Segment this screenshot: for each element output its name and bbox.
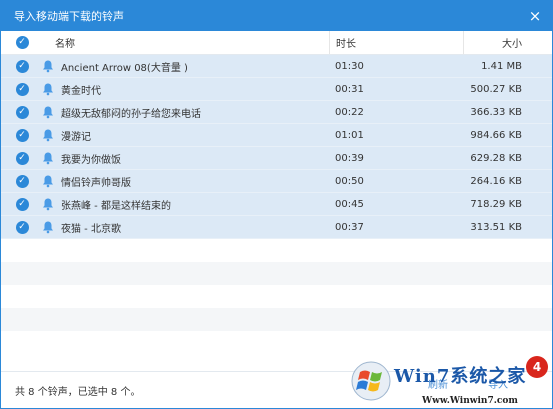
empty-row [1,262,552,285]
bell-icon [43,152,53,165]
ringtone-name: Ancient Arrow 08(大音量 ) [61,62,188,74]
check-icon: ✓ [15,128,29,142]
ringtone-name: 我要为你做饭 [61,154,121,166]
bell-icon [43,83,53,96]
bell-icon [43,198,53,211]
check-icon: ✓ [15,36,29,49]
close-button[interactable]: × [526,7,544,25]
empty-row [1,308,552,331]
ringtone-size: 366.33 KB [470,106,522,118]
ringtone-size: 313.51 KB [470,221,522,233]
table-row[interactable]: ✓ 情侣铃声帅哥版 00:50 264.16 KB [1,170,552,193]
row-name-cell: 超级无敌郁闷的孙子给您来电话 [41,105,329,120]
row-checkbox[interactable]: ✓ [1,220,41,234]
ringtone-size: 1.41 MB [481,60,522,72]
select-all-checkbox[interactable]: ✓ [1,36,41,49]
row-checkbox[interactable]: ✓ [1,105,41,119]
row-name-cell: 漫游记 [41,128,329,143]
ringtone-list: ✓ Ancient Arrow 08(大音量 ) 01:30 1.41 MB ✓ 黄金时代… [1,55,552,354]
ringtone-size: 500.27 KB [470,83,522,95]
header-name[interactable]: 名称 [41,35,329,50]
ringtone-name: 情侣铃声帅哥版 [61,177,131,189]
table-row[interactable]: ✓ 漫游记 01:01 984.66 KB [1,124,552,147]
row-checkbox[interactable]: ✓ [1,128,41,142]
ringtone-name: 黄金时代 [61,85,101,97]
watermark-badge: 4 [526,356,548,378]
row-name-cell: 张燕峰 - 都是这样结束的 [41,197,329,212]
ringtone-name: 张燕峰 - 都是这样结束的 [61,200,171,212]
ringtone-duration: 00:39 [335,152,364,164]
bell-icon [43,221,53,234]
ringtone-duration: 00:45 [335,198,364,210]
check-icon: ✓ [15,151,29,165]
table-row[interactable]: ✓ 夜猫 - 北京歌 00:37 313.51 KB [1,216,552,239]
check-icon: ✓ [15,197,29,211]
row-name-cell: 黄金时代 [41,82,329,97]
empty-row [1,239,552,262]
dialog-title: 导入移动端下载的铃声 [14,10,124,23]
ringtone-duration: 00:22 [335,106,364,118]
selection-summary: 共 8 个铃声，已选中 8 个。 [15,386,141,398]
check-icon: ✓ [15,174,29,188]
bell-icon [43,106,53,119]
row-name-cell: 我要为你做饭 [41,151,329,166]
ringtone-size: 718.29 KB [470,198,522,210]
ringtone-size: 264.16 KB [470,175,522,187]
ringtone-name: 漫游记 [61,131,91,143]
table-row[interactable]: ✓ 张燕峰 - 都是这样结束的 00:45 718.29 KB [1,193,552,216]
header-duration[interactable]: 时长 [329,31,463,54]
ringtone-duration: 00:37 [335,221,364,233]
row-checkbox[interactable]: ✓ [1,197,41,211]
ringtone-duration: 01:01 [335,129,364,141]
row-name-cell: 夜猫 - 北京歌 [41,220,329,235]
ringtone-name: 夜猫 - 北京歌 [61,223,121,235]
watermark-brand: Win7系统之家 [394,366,527,387]
watermark: Win7系统之家 Www.Winwin7.com 4 [350,356,550,406]
windows-logo-icon [351,361,391,401]
ringtone-size: 984.66 KB [470,129,522,141]
ringtone-duration: 00:31 [335,83,364,95]
row-name-cell: 情侣铃声帅哥版 [41,174,329,189]
ringtone-name: 超级无敌郁闷的孙子给您来电话 [61,108,201,120]
bell-icon [43,60,53,73]
table-row[interactable]: ✓ Ancient Arrow 08(大音量 ) 01:30 1.41 MB [1,55,552,78]
import-ringtone-dialog: 导入移动端下载的铃声 × ✓ 名称 时长 大小 ✓ Ancient Arrow 0… [0,0,553,409]
table-row[interactable]: ✓ 超级无敌郁闷的孙子给您来电话 00:22 366.33 KB [1,101,552,124]
row-checkbox[interactable]: ✓ [1,59,41,73]
table-row[interactable]: ✓ 我要为你做饭 00:39 629.28 KB [1,147,552,170]
empty-row [1,331,552,354]
row-name-cell: Ancient Arrow 08(大音量 ) [41,59,329,74]
row-checkbox[interactable]: ✓ [1,82,41,96]
empty-row [1,285,552,308]
check-icon: ✓ [15,82,29,96]
row-checkbox[interactable]: ✓ [1,151,41,165]
ringtone-size: 629.28 KB [470,152,522,164]
table-header: ✓ 名称 时长 大小 [1,31,552,55]
dialog-titlebar: 导入移动端下载的铃声 × [1,1,552,31]
ringtone-duration: 01:30 [335,60,364,72]
watermark-url: Www.Winwin7.com [422,396,518,406]
check-icon: ✓ [15,105,29,119]
check-icon: ✓ [15,220,29,234]
table-row[interactable]: ✓ 黄金时代 00:31 500.27 KB [1,78,552,101]
check-icon: ✓ [15,59,29,73]
header-size[interactable]: 大小 [463,31,552,54]
bell-icon [43,175,53,188]
row-checkbox[interactable]: ✓ [1,174,41,188]
ringtone-duration: 00:50 [335,175,364,187]
bell-icon [43,129,53,142]
